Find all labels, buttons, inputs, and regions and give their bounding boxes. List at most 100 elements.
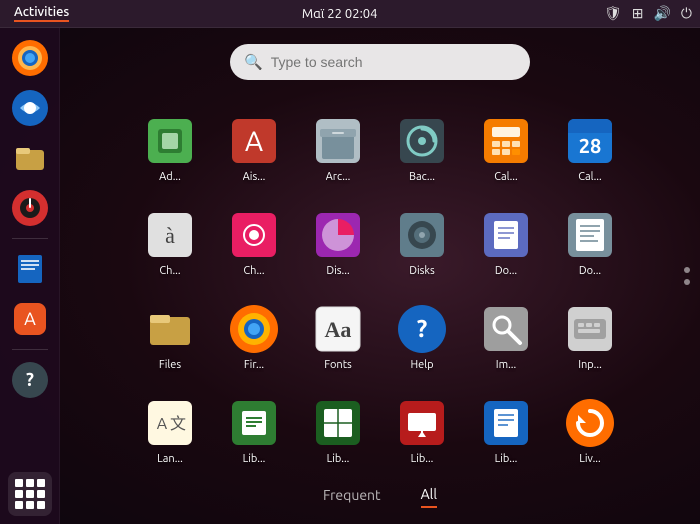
activities-button[interactable]: Activities	[8, 3, 75, 24]
app-label-firefox: Fir...	[244, 359, 264, 372]
app-icon-cpu	[144, 115, 196, 167]
sidebar-divider	[12, 238, 48, 239]
app-icon-diskusage	[312, 209, 364, 261]
app-item-backup[interactable]: Bac...	[382, 100, 462, 190]
app-icon-files2	[144, 303, 196, 355]
app-icon-charmap: à	[144, 209, 196, 261]
app-icon-livepatch	[564, 397, 616, 449]
app-icon-docviewer	[564, 209, 616, 261]
svg-text:?: ?	[417, 315, 428, 342]
topbar-datetime: Μαϊ 22 02:04	[302, 7, 378, 21]
sidebar-divider-2	[12, 349, 48, 350]
app-item-docviewer[interactable]: Do...	[550, 194, 630, 284]
topbar: Activities Μαϊ 22 02:04 🛡 ⊞ 🔊 ⏻	[0, 0, 700, 28]
app-item-files2[interactable]: Files	[130, 288, 210, 378]
svg-text:?: ?	[26, 370, 34, 390]
app-item-calc[interactable]: Cal...	[466, 100, 546, 190]
app-item-disks[interactable]: Disks	[382, 194, 462, 284]
sidebar-item-thunderbird[interactable]	[8, 86, 52, 130]
app-icon-doc	[480, 209, 532, 261]
topbar-right: 🛡 ⊞ 🔊 ⏻	[604, 5, 692, 22]
scroll-dot-2	[684, 279, 690, 285]
app-icon-disks	[396, 209, 448, 261]
app-item-image[interactable]: Im...	[466, 288, 546, 378]
app-item-charmap[interactable]: à Ch...	[130, 194, 210, 284]
app-item-lang[interactable]: A文 Lan...	[130, 382, 210, 472]
app-label-cpu: Ad...	[159, 171, 181, 184]
app-label-lang: Lan...	[157, 453, 183, 466]
app-item-libreoffice[interactable]: Lib...	[214, 382, 294, 472]
svg-text:文: 文	[170, 415, 186, 433]
sidebar-item-software[interactable]: A	[8, 297, 52, 341]
app-icon-lang: A文	[144, 397, 196, 449]
app-label-disks: Disks	[409, 265, 435, 278]
power-icon[interactable]: ⏻	[681, 5, 692, 22]
svg-text:A: A	[157, 415, 168, 433]
sidebar-item-firefox[interactable]	[8, 36, 52, 80]
app-label-doc: Do...	[495, 265, 517, 278]
sidebar-item-rhythmbox[interactable]	[8, 186, 52, 230]
scroll-indicator	[684, 267, 690, 285]
app-icon-fonts: Aa	[312, 303, 364, 355]
app-icon-calendar: 28	[564, 115, 616, 167]
sidebar-item-files[interactable]	[8, 136, 52, 180]
app-item-chrome[interactable]: Ch...	[214, 194, 294, 284]
svg-text:28: 28	[579, 134, 602, 157]
app-label-aisleriot: Ais...	[243, 171, 266, 184]
svg-text:A: A	[245, 126, 263, 157]
view-tabs: Frequent All	[323, 486, 437, 508]
app-label-libreimpress: Lib...	[411, 453, 434, 466]
sidebar-item-writer[interactable]	[8, 247, 52, 291]
app-item-librecalc[interactable]: Lib...	[298, 382, 378, 472]
app-icon-libreoffice	[228, 397, 280, 449]
app-label-archive: Arc...	[326, 171, 351, 184]
network-icon[interactable]: ⊞	[632, 5, 644, 22]
app-label-help: Help	[410, 359, 433, 372]
search-input[interactable]	[271, 54, 516, 70]
app-label-backup: Bac...	[409, 171, 435, 184]
app-item-diskusage[interactable]: Dis...	[298, 194, 378, 284]
tab-frequent[interactable]: Frequent	[323, 487, 381, 507]
app-label-docviewer: Do...	[579, 265, 601, 278]
app-grid-button[interactable]	[8, 472, 52, 516]
app-item-firefox[interactable]: Fir...	[214, 288, 294, 378]
app-item-cpu[interactable]: Ad...	[130, 100, 210, 190]
app-label-calendar: Cal...	[578, 171, 601, 184]
tab-all[interactable]: All	[421, 486, 437, 508]
search-bar[interactable]: 🔍	[230, 44, 530, 80]
app-item-archive[interactable]: Arc...	[298, 100, 378, 190]
svg-text:Aa: Aa	[325, 317, 352, 342]
app-icon-chrome	[228, 209, 280, 261]
app-icon-image	[480, 303, 532, 355]
app-item-doc[interactable]: Do...	[466, 194, 546, 284]
scroll-dot-1	[684, 267, 690, 273]
app-icon-libreimpress	[396, 397, 448, 449]
app-item-help[interactable]: ? Help	[382, 288, 462, 378]
app-label-livepatch: Liv...	[579, 453, 600, 466]
app-item-libreimpress[interactable]: Lib...	[382, 382, 462, 472]
app-item-aisleriot[interactable]: A Ais...	[214, 100, 294, 190]
app-icon-backup	[396, 115, 448, 167]
app-item-livepatch[interactable]: Liv...	[550, 382, 630, 472]
app-label-input: Inp...	[578, 359, 602, 372]
svg-text:à: à	[165, 223, 175, 248]
app-label-calc: Cal...	[494, 171, 517, 184]
app-item-calendar[interactable]: 28 Cal...	[550, 100, 630, 190]
app-item-librewriter[interactable]: Lib...	[466, 382, 546, 472]
app-item-input[interactable]: Inp...	[550, 288, 630, 378]
app-icon-firefox	[228, 303, 280, 355]
app-grid: Ad... A Ais... Arc... Bac... Cal... 28 Cal... à C…	[130, 100, 630, 472]
app-label-image: Im...	[496, 359, 516, 372]
app-icon-input	[564, 303, 616, 355]
app-label-diskusage: Dis...	[326, 265, 349, 278]
search-icon: 🔍	[244, 53, 263, 71]
app-label-chrome: Ch...	[243, 265, 264, 278]
app-icon-aisleriot: A	[228, 115, 280, 167]
main-content: 🔍 Ad... A Ais... Arc... Bac... Cal... 28 Cal...…	[60, 28, 700, 524]
sidebar-item-help[interactable]: ?	[8, 358, 52, 402]
app-item-fonts[interactable]: Aa Fonts	[298, 288, 378, 378]
app-icon-librecalc	[312, 397, 364, 449]
app-label-charmap: Ch...	[159, 265, 180, 278]
app-label-fonts: Fonts	[324, 359, 352, 372]
volume-icon[interactable]: 🔊	[653, 5, 670, 22]
